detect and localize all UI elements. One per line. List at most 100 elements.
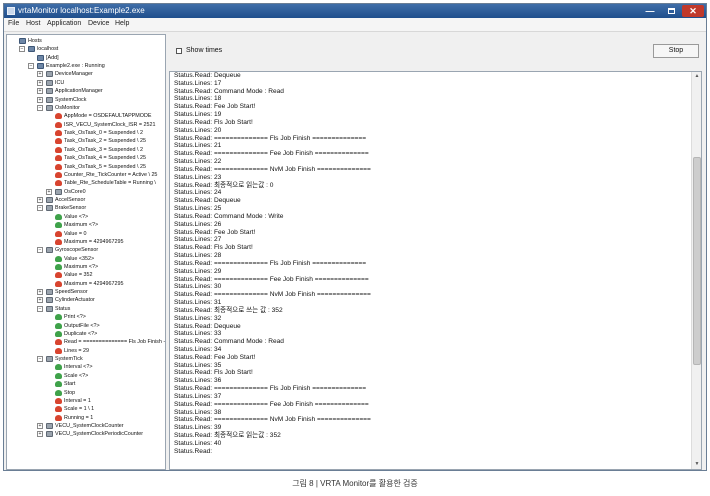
tree-item-label: Table_Rte_ScheduleTable = Running \ — [64, 180, 156, 187]
tree-item-label: localhost — [37, 46, 59, 53]
tree-item-label: AccelSensor — [55, 197, 86, 204]
attribute-output-icon — [55, 397, 62, 404]
folder-icon — [55, 188, 62, 195]
folder-icon — [46, 197, 53, 204]
checkbox-box[interactable] — [176, 48, 182, 54]
tree-item-label: Example2.exe : Running — [46, 63, 105, 70]
expand-icon[interactable]: + — [46, 188, 52, 195]
log-line: Status.Lines: 20 — [174, 126, 222, 134]
title-bar[interactable]: vrtaMonitor localhost:Example2.exe — ✕ — [4, 4, 706, 18]
tree-item-label: Scale = 1 \ 1 — [64, 406, 95, 413]
tree-item-label: ICU — [55, 79, 65, 86]
folder-icon — [46, 88, 53, 95]
tree-item-label: Read = ============== Fls Job Finish - — [64, 339, 166, 346]
tree-item-label: VECU_SystemClockPeriodicCounter — [55, 431, 144, 438]
scroll-down-arrow-icon[interactable]: ▼ — [692, 460, 701, 469]
tree-item-label: [Add] — [46, 54, 59, 61]
expand-icon[interactable]: + — [37, 289, 43, 296]
log-scrollbar[interactable]: ▲ ▼ — [691, 72, 701, 469]
attribute-input-icon — [55, 322, 62, 329]
log-line: Status.Lines: 34 — [174, 345, 222, 353]
status-log-textbox[interactable]: Status.Read: Dequeue Status.Lines: 17 Stat… — [169, 71, 702, 470]
log-line: Status.Lines: 38 — [174, 408, 222, 416]
log-line: Status.Read: Fls Job Start! — [174, 118, 253, 126]
scroll-up-arrow-icon[interactable]: ▲ — [692, 72, 701, 81]
collapse-icon[interactable]: − — [28, 63, 34, 70]
menu-device[interactable]: Device — [88, 20, 109, 27]
expand-icon[interactable]: + — [37, 96, 43, 103]
log-lines: Status.Read: Dequeue Status.Lines: 17 Stat… — [174, 72, 689, 456]
expand-icon[interactable]: + — [37, 431, 43, 438]
app-window: vrtaMonitor localhost:Example2.exe — ✕ F… — [3, 3, 707, 471]
attribute-input-icon — [55, 213, 62, 220]
log-line: Status.Read: Command Mode : Read — [174, 338, 284, 346]
tree-item-label: Status — [55, 305, 71, 312]
tree-item-label: Value = 352 — [64, 272, 93, 279]
attribute-output-icon — [55, 339, 62, 346]
expand-icon[interactable]: + — [37, 297, 43, 304]
log-line: Status.Read: 최종적으로 쓰는 값 : 352 — [174, 306, 283, 314]
folder-icon — [46, 356, 53, 363]
log-line: Status.Lines: 24 — [174, 189, 222, 197]
menu-file[interactable]: File — [8, 20, 19, 27]
log-line: Status.Read: ============== Fls Job Fini… — [174, 134, 367, 142]
log-line: Status.Lines: 30 — [174, 283, 222, 291]
tree-item-label: Print <?> — [64, 314, 86, 321]
attribute-output-icon — [55, 130, 62, 137]
expand-icon[interactable]: + — [37, 197, 43, 204]
object-tree-panel[interactable]: Hosts − localhost [Add] − Example2.exe : Runn… — [6, 34, 166, 470]
computer-icon — [19, 38, 26, 44]
expand-icon[interactable]: + — [37, 423, 43, 430]
stop-button[interactable]: Stop — [653, 44, 699, 58]
minimize-button[interactable]: — — [640, 5, 660, 17]
collapse-icon[interactable]: − — [37, 247, 43, 254]
menu-application[interactable]: Application — [47, 20, 81, 27]
tree-item-label: Value <352> — [64, 255, 95, 262]
log-line: Status.Lines: 36 — [174, 377, 222, 385]
tree-item-label: Maximum <?> — [64, 222, 99, 229]
log-line: Status.Read: ============== Fee Job Fini… — [174, 275, 369, 283]
tree-item-label: OsCore0 — [64, 188, 86, 195]
folder-icon — [46, 423, 53, 430]
attribute-output-icon — [55, 163, 62, 170]
expand-icon[interactable]: + — [37, 71, 43, 78]
attribute-output-icon — [55, 414, 62, 421]
log-line: Status.Lines: 17 — [174, 79, 222, 87]
collapse-icon[interactable]: − — [37, 356, 43, 363]
log-line: Status.Read: ============== Fee Job Fini… — [174, 150, 369, 158]
log-line: Status.Lines: 33 — [174, 330, 222, 338]
menu-host[interactable]: Host — [26, 20, 40, 27]
tree-item-label: BrakeSensor — [55, 205, 87, 212]
attribute-output-icon — [55, 113, 62, 120]
log-line: Status.Lines: 26 — [174, 220, 222, 228]
computer-icon — [28, 46, 35, 53]
log-line: Status.Read: ============== Fls Job Fini… — [174, 259, 367, 267]
menu-help[interactable]: Help — [115, 20, 129, 27]
attribute-input-icon — [55, 372, 62, 379]
log-line: Status.Lines: 40 — [174, 439, 222, 447]
collapse-icon[interactable]: − — [37, 305, 43, 312]
collapse-icon[interactable]: − — [37, 205, 43, 212]
log-line: Status.Read: Dequeue — [174, 72, 241, 79]
figure-caption: 그림 8 | VRTA Monitor를 활용한 검증 — [292, 479, 418, 488]
folder-icon — [46, 305, 53, 312]
window-title: vrtaMonitor localhost:Example2.exe — [18, 6, 145, 15]
application-icon — [37, 63, 44, 70]
expand-icon[interactable]: + — [37, 79, 43, 86]
log-line: Status.Read: ============== NvM Job Fini… — [174, 416, 371, 424]
attribute-output-icon — [55, 406, 62, 413]
status-panel: Show times Stop Status.Read: Dequeue Stat… — [169, 34, 704, 470]
scroll-thumb[interactable] — [693, 157, 701, 365]
attribute-input-icon — [55, 330, 62, 337]
collapse-icon[interactable]: − — [37, 104, 43, 111]
log-line: Status.Read: Fee Job Start! — [174, 103, 256, 111]
tree-item-label: Start — [64, 381, 76, 388]
expand-icon[interactable]: + — [37, 88, 43, 95]
maximize-button[interactable] — [661, 5, 681, 17]
log-line: Status.Lines: 19 — [174, 111, 222, 119]
log-line: Status.Lines: 23 — [174, 173, 222, 181]
tree-item-label: Value <?> — [64, 213, 89, 220]
attribute-output-icon — [55, 155, 62, 162]
collapse-icon[interactable]: − — [19, 46, 25, 53]
close-button[interactable]: ✕ — [682, 5, 704, 17]
